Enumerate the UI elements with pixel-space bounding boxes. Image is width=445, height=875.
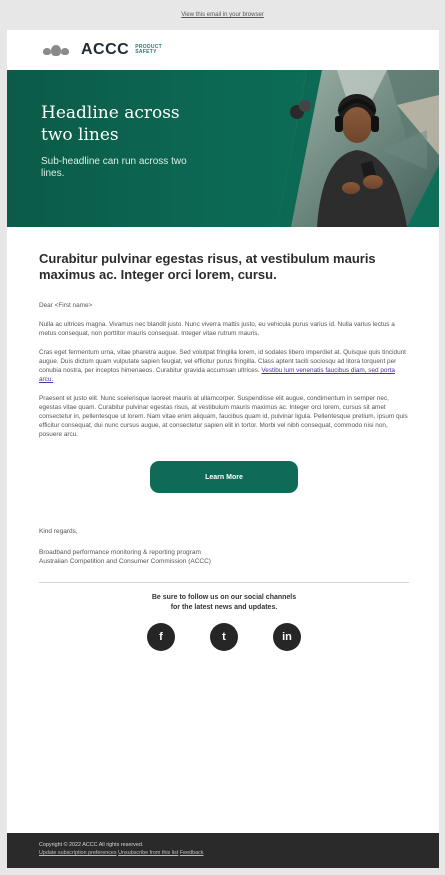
social-heading: Be sure to follow us on our social chann… (151, 594, 297, 611)
social-icons: f t in (39, 623, 409, 651)
twitter-icon[interactable]: t (210, 623, 238, 651)
brand-subtitle: PRODUCT SAFETY (135, 44, 163, 55)
hero-headline: Headline across two lines (41, 103, 180, 145)
update-preferences-link[interactable]: Update subscription preferences (39, 850, 117, 856)
email-container: ACCC PRODUCT SAFETY Headline across two … (7, 30, 439, 868)
hero-banner: Headline across two lines Sub-headline c… (7, 70, 439, 227)
coat-of-arms-icon (43, 43, 69, 57)
linkedin-icon[interactable]: in (273, 623, 301, 651)
email-title: Curabitur pulvinar egestas risus, at ves… (39, 251, 376, 282)
cta-container: Learn More (39, 461, 409, 493)
footer-links: Update subscription preferences Unsubscr… (39, 849, 439, 857)
learn-more-button[interactable]: Learn More (150, 461, 298, 493)
divider (39, 582, 409, 583)
hero-subheadline: Sub-headline can run across two lines. (41, 156, 187, 179)
brand-name: ACCC (81, 41, 130, 58)
facebook-icon[interactable]: f (147, 623, 175, 651)
greeting: Dear <First name> (39, 302, 93, 309)
signature: Broadband performance monitoring & repor… (39, 549, 211, 565)
feedback-link[interactable]: Feedback (180, 850, 204, 856)
copyright: Copyright © 2022 ACCC All rights reserve… (39, 842, 144, 848)
paragraph-2: Cras eget fermentum urna, vitae pharetra… (39, 349, 406, 383)
accc-logo[interactable]: ACCC PRODUCT SAFETY (81, 41, 162, 59)
hero-photo (277, 70, 439, 227)
email-body: Curabitur pulvinar egestas risus, at ves… (7, 227, 439, 651)
email-header: ACCC PRODUCT SAFETY (7, 30, 439, 70)
view-in-browser-link[interactable]: View this email in your browser (0, 0, 445, 30)
paragraph-1: Nulla ac ultrices magna. Vivamus nec bla… (39, 321, 395, 337)
email-footer: Copyright © 2022 ACCC All rights reserve… (7, 833, 439, 868)
paragraph-3: Praesent et justo elit. Nunc scelerisque… (39, 395, 408, 438)
hero-text: Headline across two lines Sub-headline c… (41, 102, 211, 180)
unsubscribe-link[interactable]: Unsubscribe from this list (118, 850, 178, 856)
closing-regards: Kind regards, (39, 528, 78, 535)
